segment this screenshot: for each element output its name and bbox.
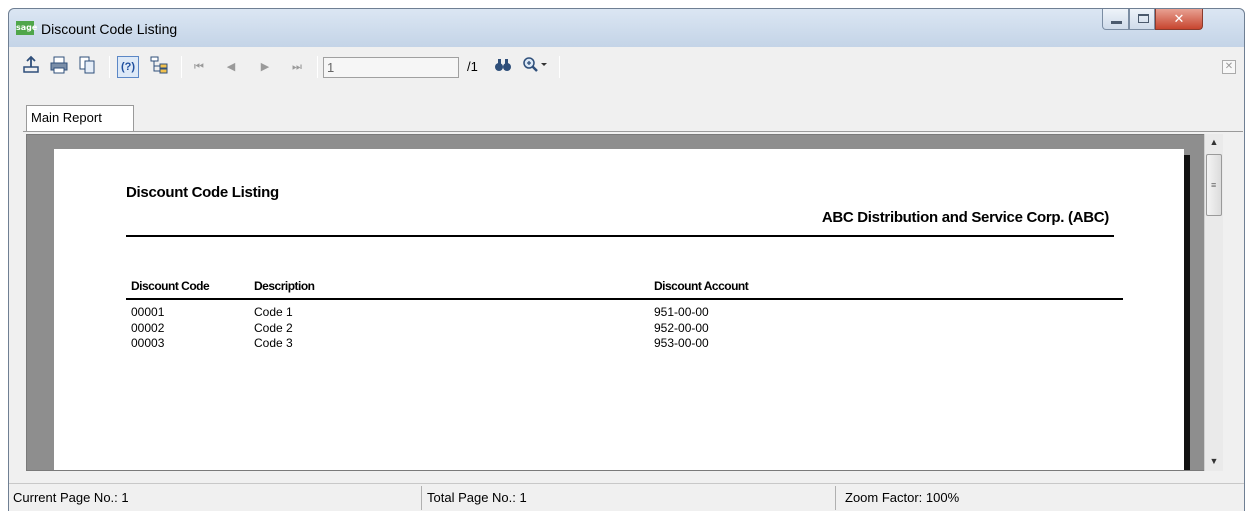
page-shadow [1184, 155, 1190, 470]
column-header-discount-account: Discount Account [654, 279, 749, 293]
maximize-button[interactable] [1129, 9, 1155, 30]
toolbar-separator [181, 56, 182, 78]
window-title: Discount Code Listing [41, 21, 178, 37]
search-icon[interactable] [491, 55, 515, 79]
grip-icon: ≡ [1211, 180, 1217, 190]
client-area: (?) ⏮ ◀ ▶ ⏭ 1 /1 ✕ Main Report Discount … [9, 47, 1244, 511]
toolbar: (?) ⏮ ◀ ▶ ⏭ 1 /1 ✕ [15, 53, 1240, 83]
maximize-icon [1138, 14, 1149, 23]
close-button[interactable]: ✕ [1155, 9, 1203, 30]
column-header-discount-code: Discount Code [131, 279, 210, 293]
next-page-icon[interactable]: ▶ [253, 55, 277, 79]
status-divider [835, 486, 836, 510]
toolbar-separator [109, 56, 110, 78]
column-header-rule [126, 298, 1123, 300]
close-icon: ✕ [1173, 11, 1185, 26]
toolbar-separator [317, 56, 318, 78]
zoom-factor-status: Zoom Factor: 100% [845, 490, 960, 505]
table-row: 00003 Code 3 953-00-00 [54, 336, 1184, 350]
tab-main-report[interactable]: Main Report [26, 105, 134, 131]
description-cell: Code 2 [254, 321, 293, 335]
current-page-status: Current Page No.: 1 [13, 490, 129, 505]
group-tree-icon[interactable] [147, 55, 171, 79]
zoom-icon[interactable] [521, 55, 547, 79]
export-icon[interactable] [19, 55, 43, 79]
total-page-status: Total Page No.: 1 [427, 490, 527, 505]
discount-code-cell: 00001 [131, 305, 165, 319]
title-bar: sage Discount Code Listing ✕ [9, 9, 1244, 47]
scroll-thumb[interactable]: ≡ [1206, 154, 1222, 216]
scroll-down-icon[interactable]: ▼ [1205, 453, 1223, 470]
report-page: Discount Code Listing ABC Distribution a… [54, 149, 1184, 470]
discount-code-cell: 00003 [131, 336, 165, 350]
status-bar: Current Page No.: 1 Total Page No.: 1 Zo… [9, 483, 1244, 511]
first-page-icon[interactable]: ⏮ [187, 55, 211, 79]
description-cell: Code 1 [254, 305, 293, 319]
vertical-scrollbar[interactable]: ▲ ≡ ▼ [1204, 134, 1223, 471]
close-report-icon[interactable]: ✕ [1222, 60, 1236, 74]
last-page-icon[interactable]: ⏭ [285, 55, 309, 79]
minimize-button[interactable] [1102, 9, 1129, 30]
discount-account-cell: 952-00-00 [654, 321, 709, 335]
print-icon[interactable] [47, 55, 71, 79]
report-viewer-window: sage Discount Code Listing ✕ (?) ⏮ ◀ ▶ ⏭… [8, 8, 1245, 511]
discount-account-cell: 953-00-00 [654, 336, 709, 350]
report-title: Discount Code Listing [126, 184, 279, 201]
report-viewer: Discount Code Listing ABC Distribution a… [26, 134, 1221, 471]
copy-icon[interactable] [75, 55, 99, 79]
sage-logo-icon: sage [16, 21, 37, 35]
page-total-label: /1 [467, 59, 478, 74]
table-row: 00002 Code 2 952-00-00 [54, 321, 1184, 335]
help-icon[interactable]: (?) [117, 56, 139, 78]
description-cell: Code 3 [254, 336, 293, 350]
header-rule [126, 235, 1114, 237]
status-divider [421, 486, 422, 510]
toolbar-separator [559, 56, 560, 78]
prev-page-icon[interactable]: ◀ [219, 55, 243, 79]
minimize-icon [1111, 21, 1122, 24]
discount-account-cell: 951-00-00 [654, 305, 709, 319]
company-name: ABC Distribution and Service Corp. (ABC) [821, 209, 1109, 226]
discount-code-cell: 00002 [131, 321, 165, 335]
column-header-description: Description [254, 279, 315, 293]
scroll-up-icon[interactable]: ▲ [1205, 134, 1223, 151]
table-row: 00001 Code 1 951-00-00 [54, 305, 1184, 319]
page-number-input[interactable]: 1 [323, 57, 459, 78]
tab-divider [23, 131, 1243, 132]
